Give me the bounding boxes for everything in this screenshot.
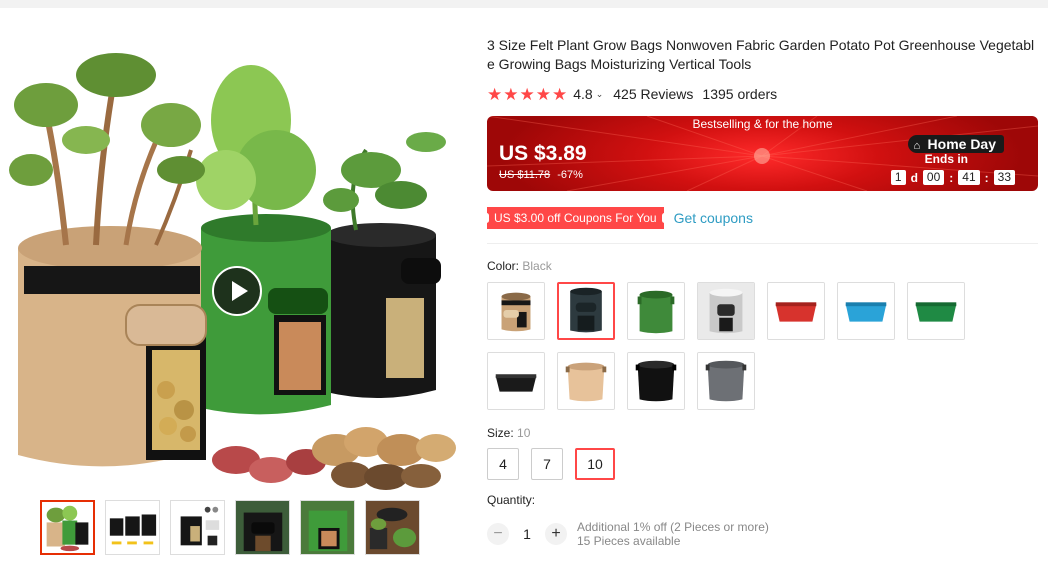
quantity-stepper: − 1 + Additional 1% off (2 Pieces or mor…: [487, 520, 1039, 548]
size-options: 4 7 10: [487, 448, 1039, 480]
countdown-seconds: 33: [993, 170, 1015, 185]
quantity-increase-button[interactable]: +: [545, 523, 567, 545]
size-option-7[interactable]: 7: [531, 448, 563, 480]
original-price-row: US $11.78 -67%: [499, 169, 583, 181]
green-potato-bag-swatch[interactable]: [627, 282, 685, 340]
countdown-minutes: 41: [958, 170, 980, 185]
blue-raised-bed-swatch[interactable]: [837, 282, 895, 340]
rating-value[interactable]: 4.8: [573, 86, 592, 102]
selected-size: 10: [517, 426, 531, 440]
home-day-badge: ⌂ Home Day: [907, 135, 1004, 153]
size-option-4[interactable]: 4: [487, 448, 519, 480]
quantity-label: Quantity:: [487, 493, 536, 507]
ends-in-label: Ends in: [924, 152, 968, 166]
original-price: US $11.78: [499, 169, 551, 181]
countdown-separator: :: [949, 170, 954, 185]
banner-headline: Bestselling & for the home: [692, 117, 833, 131]
play-icon: [231, 281, 248, 301]
get-coupons-link[interactable]: Get coupons: [674, 210, 753, 226]
chevron-down-icon[interactable]: ⌄: [596, 89, 604, 100]
color-label: Color:: [487, 259, 520, 273]
thumbnail-6[interactable]: [365, 500, 420, 555]
star-icon: ★: [535, 84, 551, 104]
product-info: 3 Size Felt Plant Grow Bags Nonwoven Fab…: [484, 36, 1039, 548]
size-option-10[interactable]: 10: [575, 448, 615, 480]
price-banner: Bestselling & for the home US $3.89 US $…: [487, 116, 1038, 191]
play-video-button[interactable]: [212, 266, 262, 316]
house-icon: ⌂: [913, 140, 921, 152]
star-icon: ★: [487, 84, 503, 104]
tan-potato-bag-swatch[interactable]: [487, 282, 545, 340]
thumbnail-2[interactable]: [105, 500, 160, 555]
star-icon: ★: [552, 84, 568, 104]
reviews-count-link[interactable]: 425 Reviews: [613, 86, 693, 102]
countdown-days: 1: [890, 170, 906, 185]
thumbnail-strip: [40, 500, 420, 555]
size-label-row: Size: 10: [487, 426, 1039, 440]
thumbnail-5[interactable]: [300, 500, 355, 555]
promo-name: Home Day: [927, 136, 996, 152]
quantity-note: Additional 1% off (2 Pieces or more) 15 …: [577, 520, 769, 548]
star-icon: ★: [519, 84, 535, 104]
selected-color: Black: [522, 259, 552, 273]
orders-count: 1395 orders: [702, 86, 778, 102]
coupon-row: US $3.00 off Coupons For You Get coupons: [484, 207, 1039, 229]
star-icon: ★: [503, 84, 519, 104]
color-swatches: [487, 282, 977, 410]
size-label: Size:: [487, 426, 514, 440]
gray-grow-pot-swatch[interactable]: [697, 352, 755, 410]
current-price: US $3.89: [499, 142, 587, 165]
countdown-hours: 00: [922, 170, 945, 185]
discount-percent: -67%: [557, 169, 583, 181]
coupon-tag[interactable]: US $3.00 off Coupons For You: [484, 207, 667, 229]
black-potato-bag-swatch[interactable]: [557, 282, 615, 340]
countdown-day-unit: d: [910, 170, 918, 185]
quantity-decrease-button[interactable]: −: [487, 523, 509, 545]
color-label-row: Color: Black: [487, 259, 1039, 273]
rating-stars: ★ ★ ★ ★ ★: [487, 86, 567, 103]
thumbnail-4[interactable]: [235, 500, 290, 555]
product-title: 3 Size Felt Plant Grow Bags Nonwoven Fab…: [487, 37, 1035, 72]
divider: [487, 243, 1038, 244]
stock-available: 15 Pieces available: [577, 534, 681, 548]
black-grow-pot-swatch[interactable]: [627, 352, 685, 410]
green-raised-bed-swatch[interactable]: [907, 282, 965, 340]
red-raised-bed-swatch[interactable]: [767, 282, 825, 340]
thumbnail-3[interactable]: [170, 500, 225, 555]
bulk-discount-note: Additional 1% off (2 Pieces or more): [577, 520, 769, 534]
rating-row: ★ ★ ★ ★ ★ 4.8 ⌄ 425 Reviews 1395 orders: [487, 84, 1039, 104]
countdown-separator: :: [984, 170, 989, 185]
countdown-timer: 1 d 00 : 41 : 33: [890, 170, 1015, 185]
quantity-input[interactable]: 1: [509, 526, 545, 542]
main-product-image[interactable]: [6, 30, 466, 490]
top-strip: [0, 0, 1048, 8]
black-raised-bed-swatch[interactable]: [487, 352, 545, 410]
thumbnail-1[interactable]: [40, 500, 95, 555]
tan-grow-pot-swatch[interactable]: [557, 352, 615, 410]
gray-potato-bag-swatch[interactable]: [697, 282, 755, 340]
